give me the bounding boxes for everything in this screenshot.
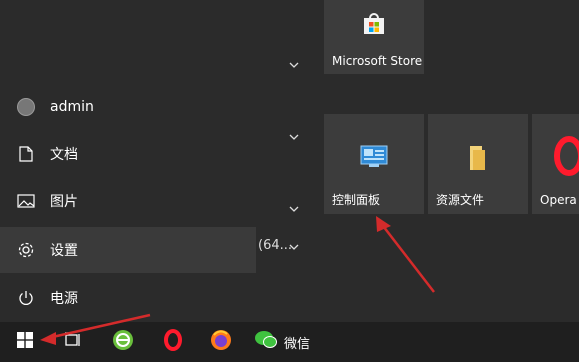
tile-opera[interactable]: Opera 浏 (532, 114, 579, 214)
taskbar-app-opera[interactable] (158, 322, 188, 362)
tile-control-panel[interactable]: 控制面板 (324, 114, 424, 214)
store-icon (324, 10, 424, 38)
rail-item-label: 电源 (50, 291, 78, 307)
rail-item-label: 图片 (50, 194, 78, 210)
tile-label: Microsoft Store (332, 54, 423, 68)
app-list (256, 0, 316, 322)
start-menu-rail: admin 文档 图片 设置 电源 (0, 0, 256, 322)
app-list-item-fragment[interactable]: (64... (258, 238, 292, 253)
rail-item-pictures[interactable]: 图片 (0, 178, 256, 224)
wechat-icon (254, 330, 278, 354)
taskbar-app-label: 微信 (284, 336, 311, 352)
opera-icon (532, 136, 579, 176)
browser-icon (112, 329, 134, 355)
document-icon (16, 144, 36, 164)
power-icon (16, 288, 36, 308)
taskbar: 微信 (0, 322, 579, 362)
start-button[interactable] (8, 322, 42, 362)
taskbar-app-wechat[interactable]: 微信 (254, 322, 314, 362)
windows-icon (17, 332, 33, 352)
task-view-button[interactable] (58, 322, 88, 362)
chevron-down-icon[interactable] (286, 58, 302, 74)
tile-label: 资源文件 (436, 193, 485, 207)
taskbar-app-browser[interactable] (108, 322, 138, 362)
user-name: admin (50, 99, 94, 115)
user-account-item[interactable]: admin (0, 84, 256, 130)
tile-microsoft-store[interactable]: Microsoft Store (324, 0, 424, 74)
gear-icon (16, 240, 36, 260)
control-panel-icon (324, 144, 424, 168)
rail-item-power[interactable]: 电源 (0, 275, 256, 321)
tile-resource-files[interactable]: 资源文件 (428, 114, 528, 214)
rail-item-documents[interactable]: 文档 (0, 131, 256, 177)
chevron-down-icon[interactable] (286, 130, 302, 146)
tile-label: 控制面板 (332, 193, 381, 207)
rail-item-label: 文档 (50, 147, 78, 163)
avatar (16, 97, 36, 117)
task-view-icon (64, 332, 82, 352)
taskbar-app-firefox[interactable] (206, 322, 236, 362)
firefox-icon (210, 329, 232, 355)
folder-icon (428, 144, 528, 172)
rail-item-label: 设置 (50, 243, 78, 259)
chevron-down-icon[interactable] (286, 202, 302, 218)
rail-item-settings[interactable]: 设置 (0, 227, 256, 273)
picture-icon (16, 191, 36, 211)
tile-label: Opera 浏 (540, 193, 579, 207)
opera-icon (163, 329, 183, 355)
